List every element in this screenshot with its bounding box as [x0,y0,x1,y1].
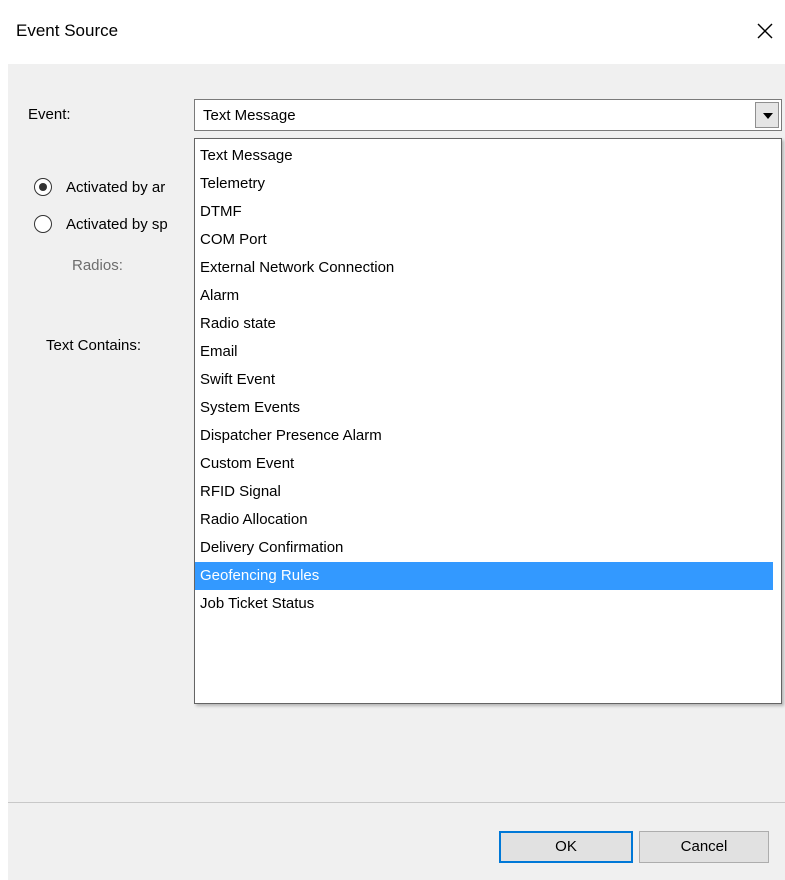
activated-by-any-radio[interactable] [34,178,52,196]
dialog-title: Event Source [16,21,119,40]
title-bar: Event Source [0,0,785,64]
dropdown-option-radio-allocation[interactable]: Radio Allocation [195,506,773,534]
dropdown-option-delivery-confirmation[interactable]: Delivery Confirmation [195,534,773,562]
dropdown-option-geofencing-rules[interactable]: Geofencing Rules [195,562,773,590]
footer-divider [8,802,785,803]
close-icon [757,23,773,39]
dropdown-option-alarm[interactable]: Alarm [195,282,773,310]
dropdown-option-rfid-signal[interactable]: RFID Signal [195,478,773,506]
dropdown-option-email[interactable]: Email [195,338,773,366]
dropdown-option-com-port[interactable]: COM Port [195,226,773,254]
activated-by-specific-radio[interactable] [34,215,52,233]
dropdown-option-swift-event[interactable]: Swift Event [195,366,773,394]
dropdown-option-radio-state[interactable]: Radio state [195,310,773,338]
dropdown-option-custom-event[interactable]: Custom Event [195,450,773,478]
dialog-body: Event: Activated by ar Activated by sp R… [8,64,785,880]
dropdown-option-dtmf[interactable]: DTMF [195,198,773,226]
cancel-button[interactable]: Cancel [639,831,769,863]
dropdown-option-dispatcher-presence[interactable]: Dispatcher Presence Alarm [195,422,773,450]
activated-by-specific-label[interactable]: Activated by sp [66,216,168,233]
activated-by-any-label[interactable]: Activated by ar [66,179,165,196]
dropdown-option-text-message[interactable]: Text Message [195,142,773,170]
chevron-down-icon[interactable] [755,102,779,128]
dropdown-option-job-ticket-status[interactable]: Job Ticket Status [195,590,773,618]
ok-button[interactable]: OK [499,831,633,863]
dropdown-option-system-events[interactable]: System Events [195,394,773,422]
event-select-value: Text Message [203,107,296,124]
radios-label: Radios: [72,257,123,274]
event-label: Event: [28,106,71,123]
dropdown-option-external-network[interactable]: External Network Connection [195,254,773,282]
dropdown-option-telemetry[interactable]: Telemetry [195,170,773,198]
event-dropdown-list: Text Message Telemetry DTMF COM Port Ext… [194,138,782,704]
text-contains-label: Text Contains: [46,337,142,354]
close-button[interactable] [748,14,782,48]
event-select[interactable]: Text Message [194,99,782,131]
